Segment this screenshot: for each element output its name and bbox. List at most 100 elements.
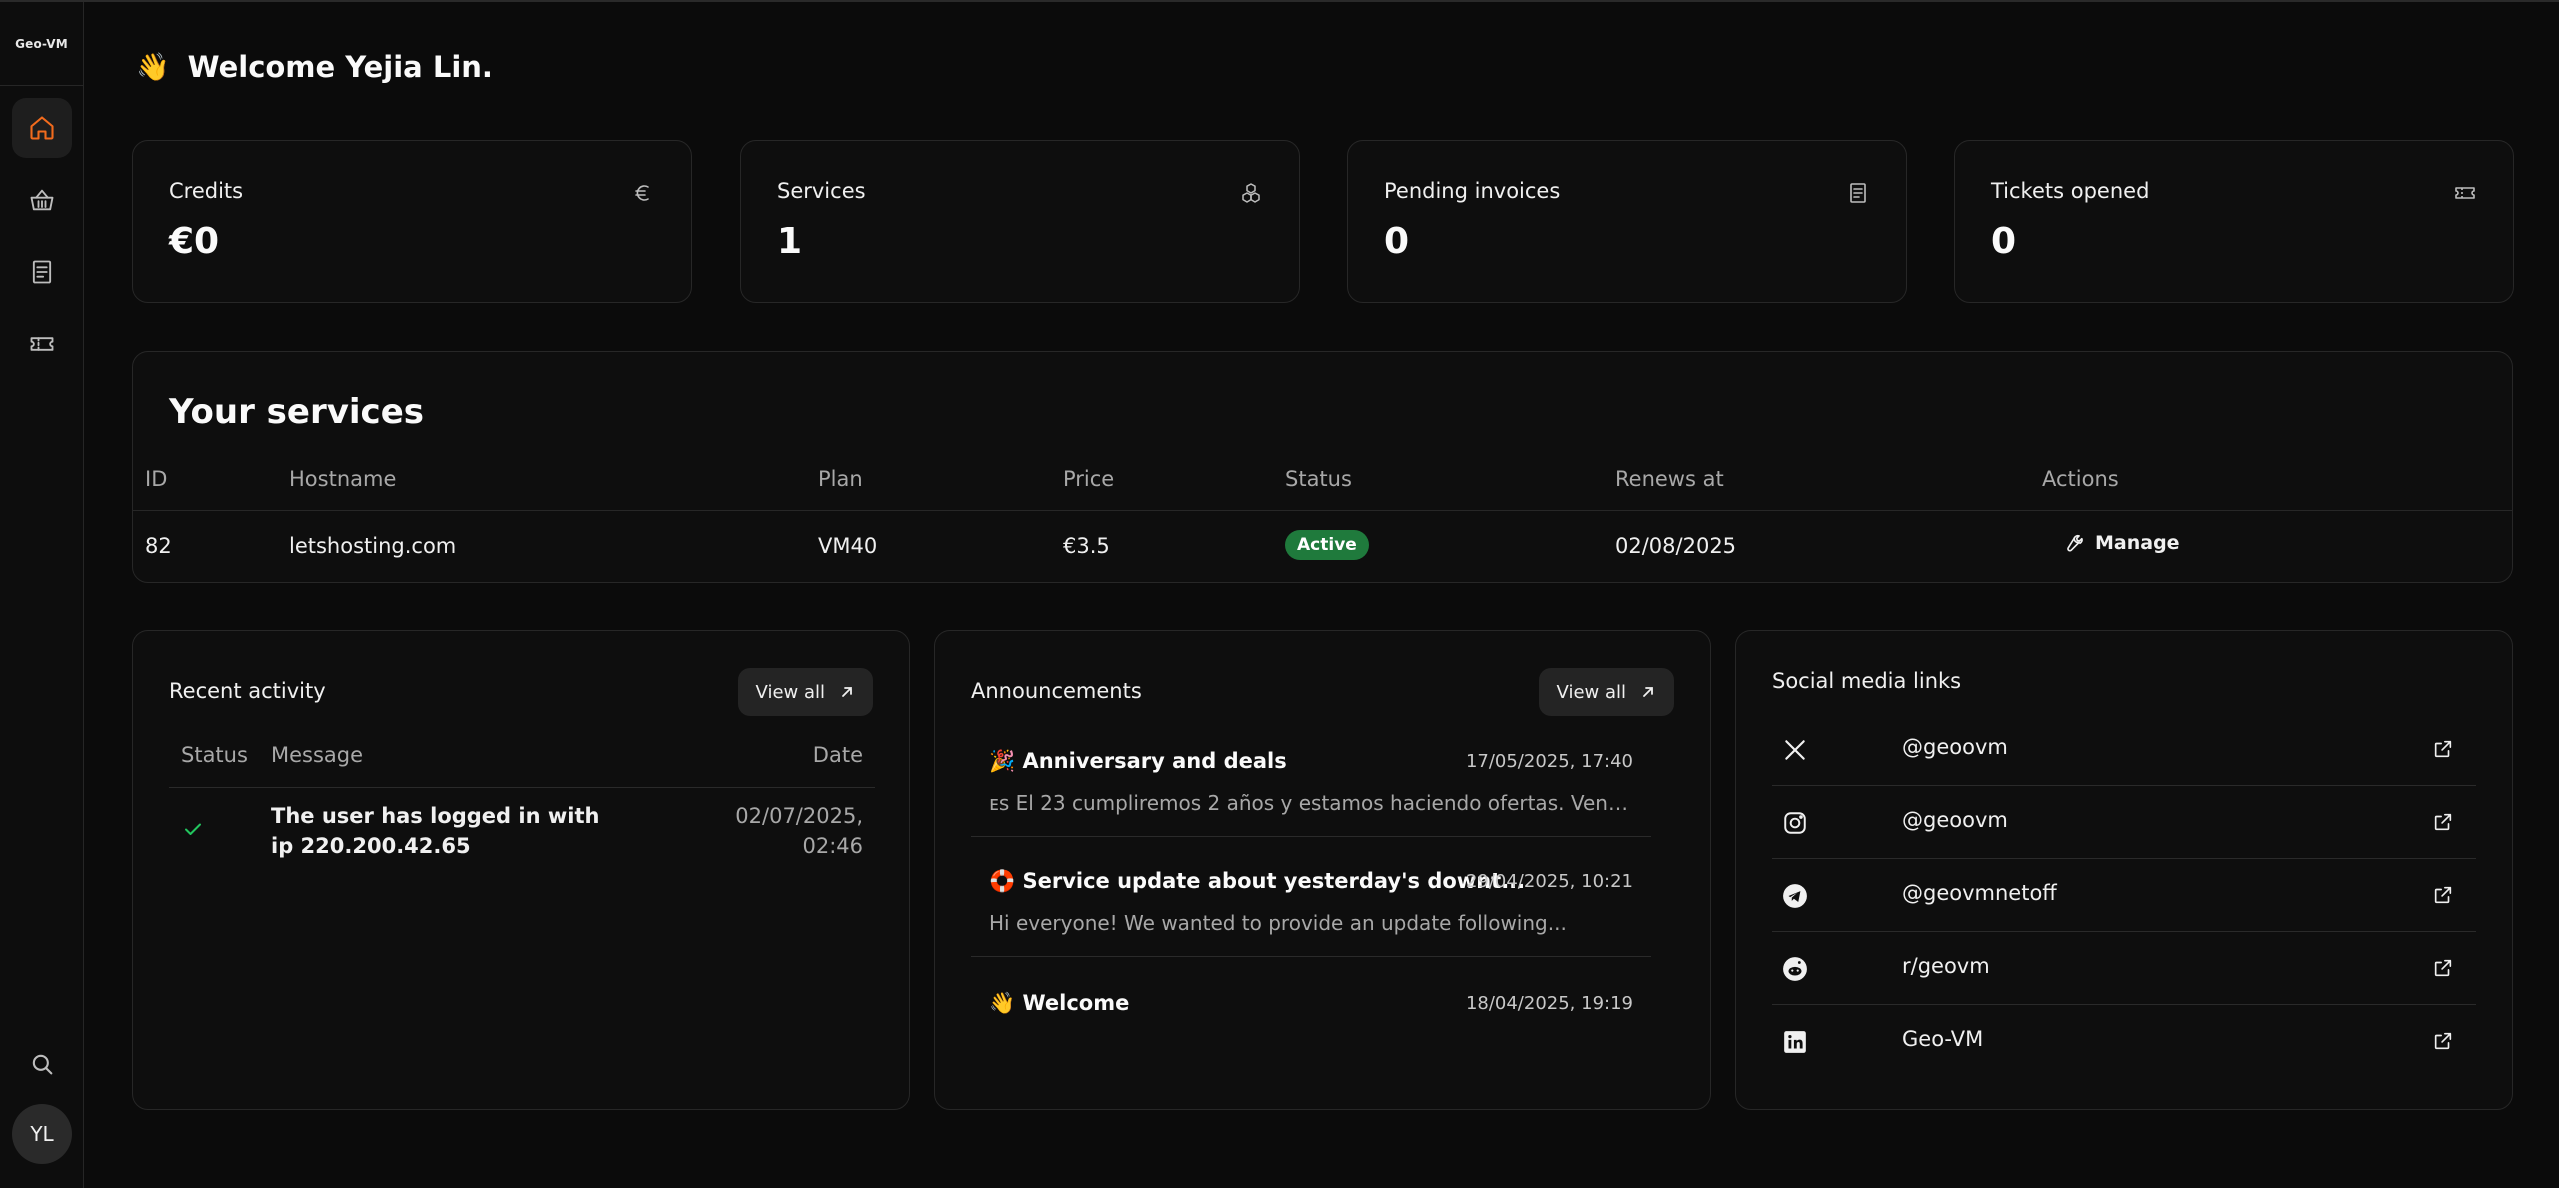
external-link-icon	[2434, 740, 2452, 758]
column-header-id: ID	[145, 467, 168, 491]
external-link-icon	[2434, 959, 2452, 977]
stat-label: Services	[777, 179, 866, 203]
external-link-icon	[2434, 886, 2452, 904]
stat-value: €0	[169, 221, 220, 262]
social-handle: Geo-VM	[1902, 1027, 1984, 1051]
x-icon	[1785, 740, 1805, 760]
search-icon	[32, 1054, 53, 1075]
announcement-item[interactable]: 🛟 Service update about yesterday's downt…	[971, 869, 1651, 949]
page-title: 👋 Welcome Yejia Lin.	[136, 50, 493, 84]
recent-activity-card: Recent activity View all Status Message …	[132, 630, 910, 1110]
announcement-title: 🎉 Anniversary and deals	[989, 749, 1287, 774]
search-button[interactable]	[12, 1034, 72, 1094]
service-renews-at: 02/08/2025	[1615, 534, 1737, 558]
column-header-hostname: Hostname	[289, 467, 397, 491]
column-header-renews-at: Renews at	[1615, 467, 1724, 491]
stat-card-tickets-opened: Tickets opened 0	[1954, 140, 2514, 303]
euro-icon	[635, 185, 649, 201]
home-icon	[30, 116, 54, 140]
stat-value: 1	[777, 221, 803, 262]
social-link-reddit[interactable]: r/geovm	[1772, 932, 2476, 1005]
manage-button[interactable]: Manage	[2061, 532, 2180, 554]
external-link-icon	[2434, 813, 2452, 831]
announcement-item[interactable]: 👋 Welcome 18/04/2025, 19:19	[971, 991, 1651, 1031]
telegram-icon	[1783, 884, 1807, 908]
social-list: @geoovm @geoovm @geovmnetoff r/geovm Geo…	[1736, 713, 2512, 1078]
welcome-text: Welcome Yejia Lin.	[187, 50, 493, 84]
external-link-icon	[2434, 1032, 2452, 1050]
activity-date-line: 02/07/2025,	[735, 804, 863, 828]
column-header-status: Status	[1285, 467, 1352, 491]
divider	[169, 787, 875, 788]
arrow-up-right-icon	[842, 687, 852, 697]
stat-label: Tickets opened	[1991, 179, 2150, 203]
reddit-icon	[1783, 957, 1807, 981]
announcement-date: 29/04/2025, 10:21	[1465, 871, 1633, 892]
wrench-icon	[2067, 534, 2083, 552]
stat-value: 0	[1991, 221, 2017, 262]
receipt-icon	[1850, 183, 1866, 203]
social-link-x[interactable]: @geoovm	[1772, 713, 2476, 786]
stat-card-pending-invoices: Pending invoices 0	[1347, 140, 1907, 303]
divider	[971, 956, 1651, 957]
check-icon	[185, 823, 201, 835]
activity-date: 02/07/2025, 02:46	[735, 801, 863, 861]
wave-emoji: 👋	[989, 991, 1016, 1015]
sidebar-item-tickets[interactable]	[12, 314, 72, 374]
stat-card-services: Services 1	[740, 140, 1300, 303]
basket-icon	[30, 189, 54, 211]
sidebar: Geo-VM YL	[0, 2, 84, 1188]
sidebar-item-home[interactable]	[12, 98, 72, 158]
ticket-icon	[30, 337, 54, 351]
column-header-date: Date	[812, 743, 863, 767]
wave-emoji: 👋	[136, 52, 170, 83]
avatar[interactable]: YL	[12, 1104, 72, 1164]
social-handle: @geoovm	[1902, 735, 2008, 759]
announcement-title: 🛟 Service update about yesterday's downt…	[989, 869, 1525, 894]
top-border	[0, 0, 2559, 2]
sidebar-item-store[interactable]	[12, 170, 72, 230]
sidebar-item-invoices[interactable]	[12, 242, 72, 302]
announcement-item[interactable]: 🎉 Anniversary and deals 17/05/2025, 17:4…	[971, 749, 1651, 829]
ticket-icon	[2455, 187, 2475, 199]
column-header-status: Status	[181, 743, 248, 767]
social-handle: r/geovm	[1902, 954, 1990, 978]
activity-time-line: 02:46	[802, 834, 863, 858]
column-header-plan: Plan	[818, 467, 863, 491]
service-plan: VM40	[818, 534, 878, 558]
stat-label: Credits	[169, 179, 244, 203]
manage-label: Manage	[2095, 532, 2180, 554]
social-link-linkedin[interactable]: Geo-VM	[1772, 1005, 2476, 1078]
logo[interactable]: Geo-VM	[0, 2, 83, 86]
announcements-title: Announcements	[971, 679, 1142, 703]
instagram-icon	[1784, 812, 1806, 834]
social-handle: @geovmnetoff	[1902, 881, 2057, 905]
service-id: 82	[145, 534, 172, 558]
arrow-up-right-icon	[1643, 687, 1653, 697]
service-hostname: letshosting.com	[289, 534, 457, 558]
announcement-date: 17/05/2025, 17:40	[1465, 751, 1633, 772]
stat-label: Pending invoices	[1384, 179, 1561, 203]
divider	[133, 510, 2512, 511]
announcement-title: 👋 Welcome	[989, 991, 1129, 1016]
social-link-telegram[interactable]: @geovmnetoff	[1772, 859, 2476, 932]
status-badge: Active	[1285, 530, 1369, 560]
view-all-announcements-button[interactable]: View all	[1538, 668, 1674, 716]
service-price: €3.5	[1063, 534, 1110, 558]
receipt-icon	[32, 260, 52, 284]
announcement-date: 18/04/2025, 19:19	[1465, 993, 1633, 1014]
stat-value: 0	[1384, 221, 1410, 262]
services-title: Your services	[169, 392, 424, 432]
column-header-price: Price	[1063, 467, 1115, 491]
linkedin-icon	[1784, 1031, 1806, 1053]
view-all-activity-button[interactable]: View all	[737, 668, 873, 716]
announcement-excerpt: Hi everyone! We wanted to provide an upd…	[989, 911, 1567, 935]
social-handle: @geoovm	[1902, 808, 2008, 832]
social-link-instagram[interactable]: @geoovm	[1772, 786, 2476, 859]
view-all-label: View all	[1556, 681, 1626, 703]
announcement-excerpt: ᴇs El 23 cumpliremos 2 años y estamos ha…	[989, 791, 1629, 815]
services-card: Your services ID Hostname Plan Price Sta…	[132, 351, 2513, 583]
lifebuoy-emoji: 🛟	[989, 869, 1016, 893]
announcement-title-text: Anniversary and deals	[1022, 749, 1287, 773]
view-all-label: View all	[755, 681, 825, 703]
